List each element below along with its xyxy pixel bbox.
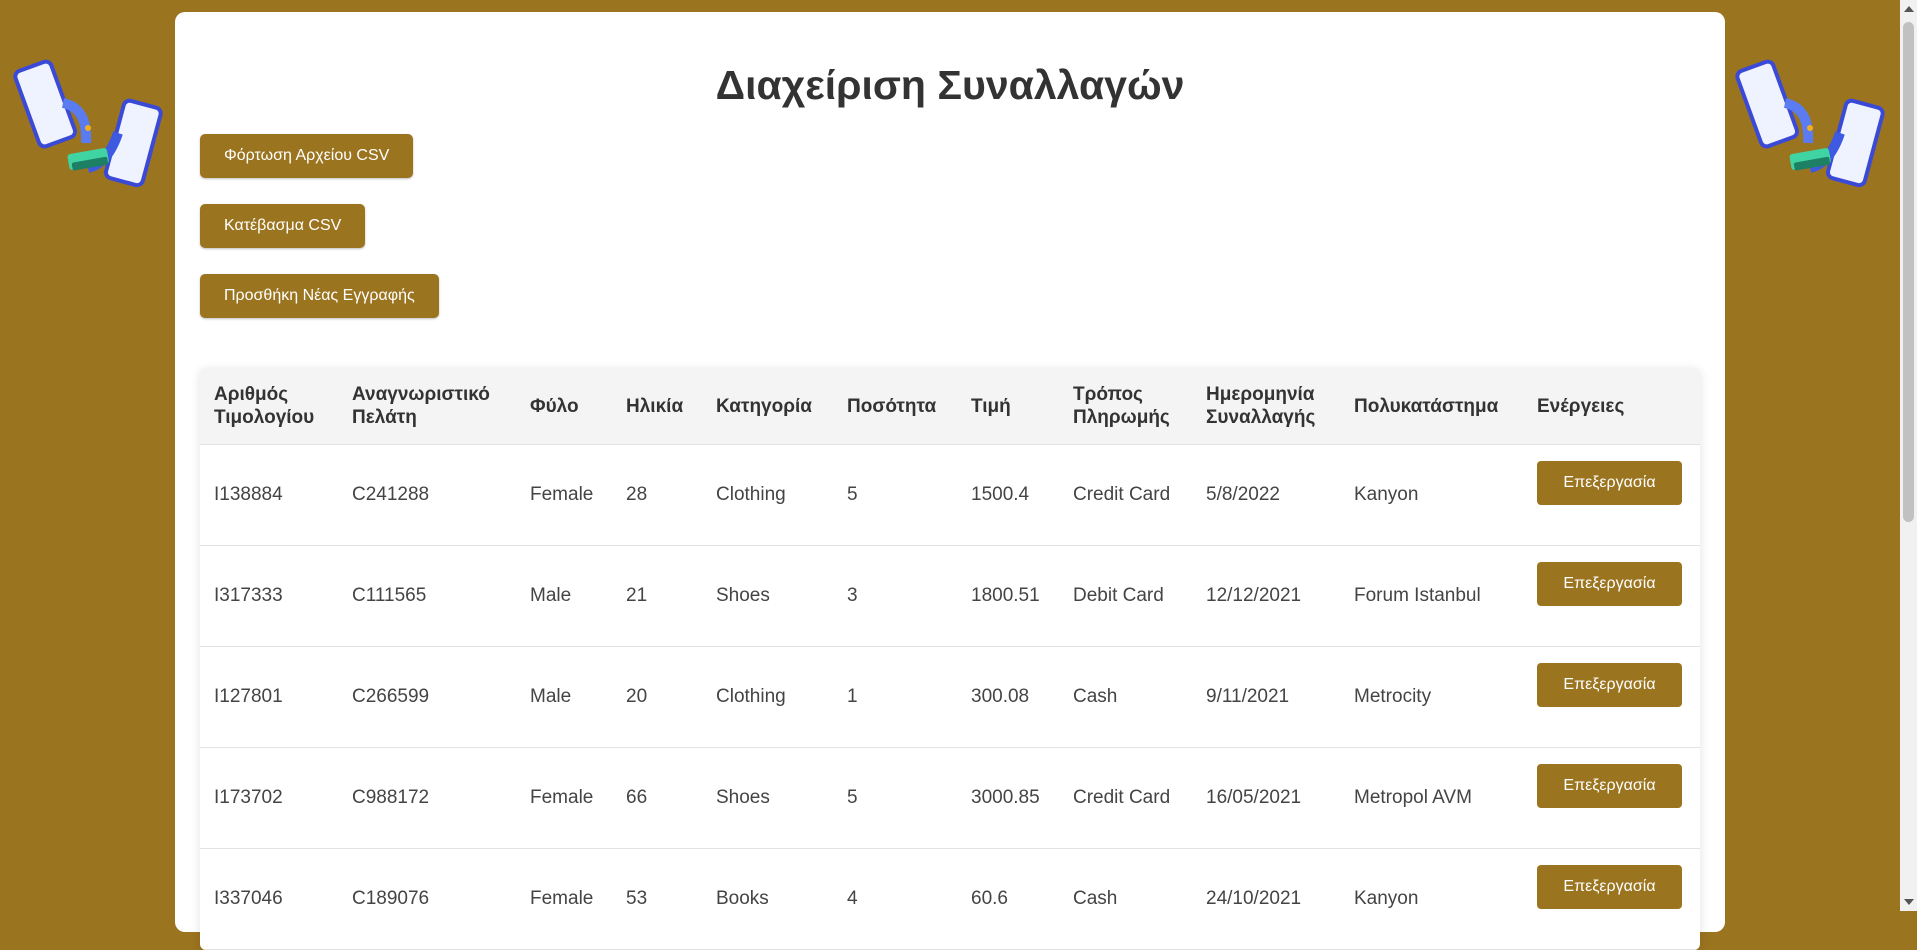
cell-age: 21 [612, 545, 702, 647]
header-payment-method: Τρόπος Πληρωμής [1059, 368, 1192, 445]
table-row: I127801 C266599 Male 20 Clothing 1 300.0… [200, 646, 1700, 748]
cell-category: Shoes [702, 747, 833, 849]
header-age: Ηλικία [612, 368, 702, 445]
main-container: Διαχείριση Συναλλαγών Φόρτωση Αρχείου CS… [175, 12, 1725, 950]
scrollbar-thumb[interactable] [1903, 22, 1914, 522]
cell-actions: Επεξεργασία [1523, 545, 1700, 647]
scroll-down-arrow-icon[interactable] [1904, 899, 1914, 905]
table-row: I337046 C189076 Female 53 Books 4 60.6 C… [200, 848, 1700, 950]
cell-date: 16/05/2021 [1192, 747, 1340, 849]
cell-invoice-no: I317333 [200, 545, 338, 647]
cell-actions: Επεξεργασία [1523, 646, 1700, 748]
edit-button[interactable]: Επεξεργασία [1537, 663, 1682, 707]
cell-payment-method: Debit Card [1059, 545, 1192, 647]
header-customer-id: Αναγνωριστικό Πελάτη [338, 368, 516, 445]
cell-payment-method: Credit Card [1059, 747, 1192, 849]
header-mall: Πολυκατάστημα [1340, 368, 1523, 445]
table-header-row: Αριθμός Τιμολογίου Αναγνωριστικό Πελάτη … [200, 368, 1700, 445]
cell-age: 66 [612, 747, 702, 849]
cell-category: Clothing [702, 646, 833, 748]
cell-price: 60.6 [957, 848, 1059, 950]
header-invoice-no: Αριθμός Τιμολογίου [200, 368, 338, 445]
header-category: Κατηγορία [702, 368, 833, 445]
table-row: I317333 C111565 Male 21 Shoes 3 1800.51 … [200, 545, 1700, 647]
cell-customer-id: C111565 [338, 545, 516, 647]
cell-gender: Female [516, 848, 612, 950]
cell-mall: Metropol AVM [1340, 747, 1523, 849]
edit-button[interactable]: Επεξεργασία [1537, 562, 1682, 606]
cell-date: 9/11/2021 [1192, 646, 1340, 748]
cell-customer-id: C988172 [338, 747, 516, 849]
transactions-table: Αριθμός Τιμολογίου Αναγνωριστικό Πελάτη … [200, 368, 1700, 950]
cell-category: Shoes [702, 545, 833, 647]
cell-gender: Female [516, 444, 612, 546]
header-quantity: Ποσότητα [833, 368, 957, 445]
table-row: I138884 C241288 Female 28 Clothing 5 150… [200, 444, 1700, 546]
vertical-scrollbar[interactable] [1900, 0, 1917, 911]
money-transfer-illustration-icon [13, 59, 163, 188]
cell-quantity: 3 [833, 545, 957, 647]
cell-age: 20 [612, 646, 702, 748]
cell-payment-method: Cash [1059, 646, 1192, 748]
cell-price: 300.08 [957, 646, 1059, 748]
add-record-button[interactable]: Προσθήκη Νέας Εγγραφής [200, 274, 439, 318]
cell-payment-method: Credit Card [1059, 444, 1192, 546]
cell-invoice-no: I138884 [200, 444, 338, 546]
edit-button[interactable]: Επεξεργασία [1537, 461, 1682, 505]
table-row: I173702 C988172 Female 66 Shoes 5 3000.8… [200, 747, 1700, 849]
cell-customer-id: C241288 [338, 444, 516, 546]
cell-category: Books [702, 848, 833, 950]
cell-quantity: 4 [833, 848, 957, 950]
page-title: Διαχείριση Συναλλαγών [715, 62, 1185, 108]
cell-mall: Kanyon [1340, 848, 1523, 950]
header-price: Τιμή [957, 368, 1059, 445]
cell-customer-id: C266599 [338, 646, 516, 748]
cell-gender: Male [516, 646, 612, 748]
cell-actions: Επεξεργασία [1523, 848, 1700, 950]
cell-mall: Forum Istanbul [1340, 545, 1523, 647]
cell-payment-method: Cash [1059, 848, 1192, 950]
cell-quantity: 5 [833, 444, 957, 546]
load-csv-button[interactable]: Φόρτωση Αρχείου CSV [200, 134, 414, 178]
header-gender: Φύλο [516, 368, 612, 445]
edit-button[interactable]: Επεξεργασία [1537, 865, 1682, 909]
cell-actions: Επεξεργασία [1523, 444, 1700, 546]
cell-invoice-no: I127801 [200, 646, 338, 748]
edit-button[interactable]: Επεξεργασία [1537, 764, 1682, 808]
cell-category: Clothing [702, 444, 833, 546]
money-transfer-illustration-icon [1735, 59, 1885, 188]
cell-invoice-no: I337046 [200, 848, 338, 950]
cell-mall: Kanyon [1340, 444, 1523, 546]
cell-date: 12/12/2021 [1192, 545, 1340, 647]
cell-quantity: 5 [833, 747, 957, 849]
cell-price: 3000.85 [957, 747, 1059, 849]
cell-actions: Επεξεργασία [1523, 747, 1700, 849]
scroll-up-arrow-icon[interactable] [1904, 6, 1914, 12]
cell-gender: Male [516, 545, 612, 647]
cell-price: 1800.51 [957, 545, 1059, 647]
cell-quantity: 1 [833, 646, 957, 748]
download-csv-button[interactable]: Κατέβασμα CSV [200, 204, 366, 248]
cell-invoice-no: I173702 [200, 747, 338, 849]
cell-gender: Female [516, 747, 612, 849]
cell-price: 1500.4 [957, 444, 1059, 546]
cell-date: 5/8/2022 [1192, 444, 1340, 546]
cell-mall: Metrocity [1340, 646, 1523, 748]
header-date: Ημερομηνία Συναλλαγής [1192, 368, 1340, 445]
cell-age: 53 [612, 848, 702, 950]
header-actions: Ενέργειες [1523, 368, 1700, 445]
cell-customer-id: C189076 [338, 848, 516, 950]
cell-age: 28 [612, 444, 702, 546]
cell-date: 24/10/2021 [1192, 848, 1340, 950]
